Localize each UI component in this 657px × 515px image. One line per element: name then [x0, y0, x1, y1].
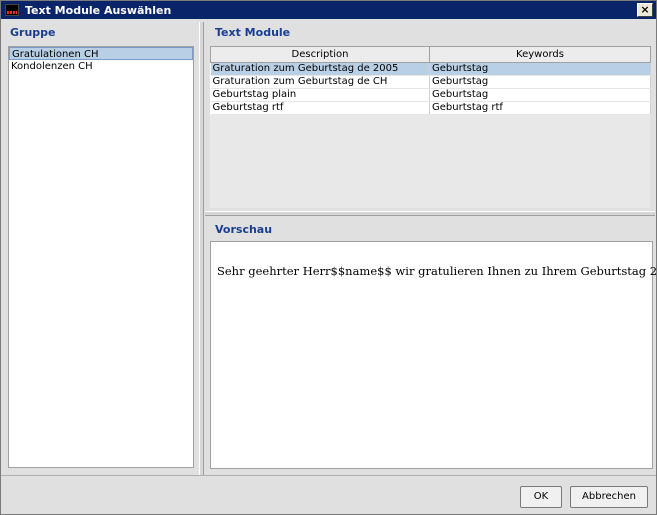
- close-button[interactable]: ×: [637, 3, 653, 17]
- vertical-splitter[interactable]: [199, 22, 204, 475]
- cell-keywords: Geburtstag rtf: [429, 101, 651, 115]
- table-row[interactable]: Geburtstag plain Geburtstag: [210, 88, 651, 102]
- title-bar[interactable]: Text Module Auswählen ×: [1, 1, 656, 19]
- horizontal-splitter[interactable]: [205, 211, 655, 216]
- cell-keywords: Geburtstag: [429, 62, 651, 76]
- cell-description: Graturation zum Geburtstag de CH: [210, 75, 430, 89]
- group-label: Gruppe: [10, 26, 56, 39]
- group-item[interactable]: Kondolenzen CH: [9, 60, 193, 73]
- text-module-table: Description Keywords Graturation zum Geb…: [210, 46, 651, 115]
- cell-description: Graturation zum Geburtstag de 2005: [210, 62, 430, 76]
- cell-description: Geburtstag rtf: [210, 101, 430, 115]
- cell-description: Geburtstag plain: [210, 88, 430, 102]
- text-module-label: Text Module: [215, 26, 291, 39]
- column-header-keywords[interactable]: Keywords: [429, 46, 651, 63]
- group-list[interactable]: Gratulationen CH Kondolenzen CH: [8, 46, 194, 468]
- table-row[interactable]: Graturation zum Geburtstag de CH Geburts…: [210, 75, 651, 89]
- text-module-pane: Text Module Description Keywords Gratura…: [205, 22, 655, 211]
- window-title: Text Module Auswählen: [25, 3, 172, 17]
- app-icon: [5, 4, 19, 16]
- preview-pane: Vorschau Sehr geehrter Herr$$name$$ wir …: [205, 217, 657, 475]
- table-row[interactable]: Geburtstag rtf Geburtstag rtf: [210, 101, 651, 115]
- preview-label: Vorschau: [215, 223, 273, 236]
- column-header-description[interactable]: Description: [210, 46, 430, 63]
- preview-area[interactable]: Sehr geehrter Herr$$name$$ wir gratulier…: [210, 241, 657, 469]
- preview-text: Sehr geehrter Herr$$name$$ wir gratulier…: [217, 264, 657, 278]
- button-bar: OK Abbrechen: [1, 475, 656, 514]
- dialog-window: Text Module Auswählen × Gruppe Gratulati…: [0, 0, 657, 515]
- text-module-table-area: Description Keywords Graturation zum Geb…: [210, 46, 651, 208]
- cell-keywords: Geburtstag: [429, 88, 651, 102]
- group-pane: Gruppe Gratulationen CH Kondolenzen CH: [6, 22, 199, 474]
- cell-keywords: Geburtstag: [429, 75, 651, 89]
- group-item[interactable]: Gratulationen CH: [9, 47, 193, 60]
- ok-button[interactable]: OK: [520, 486, 562, 508]
- table-row[interactable]: Graturation zum Geburtstag de 2005 Gebur…: [210, 62, 651, 76]
- cancel-button[interactable]: Abbrechen: [570, 486, 648, 508]
